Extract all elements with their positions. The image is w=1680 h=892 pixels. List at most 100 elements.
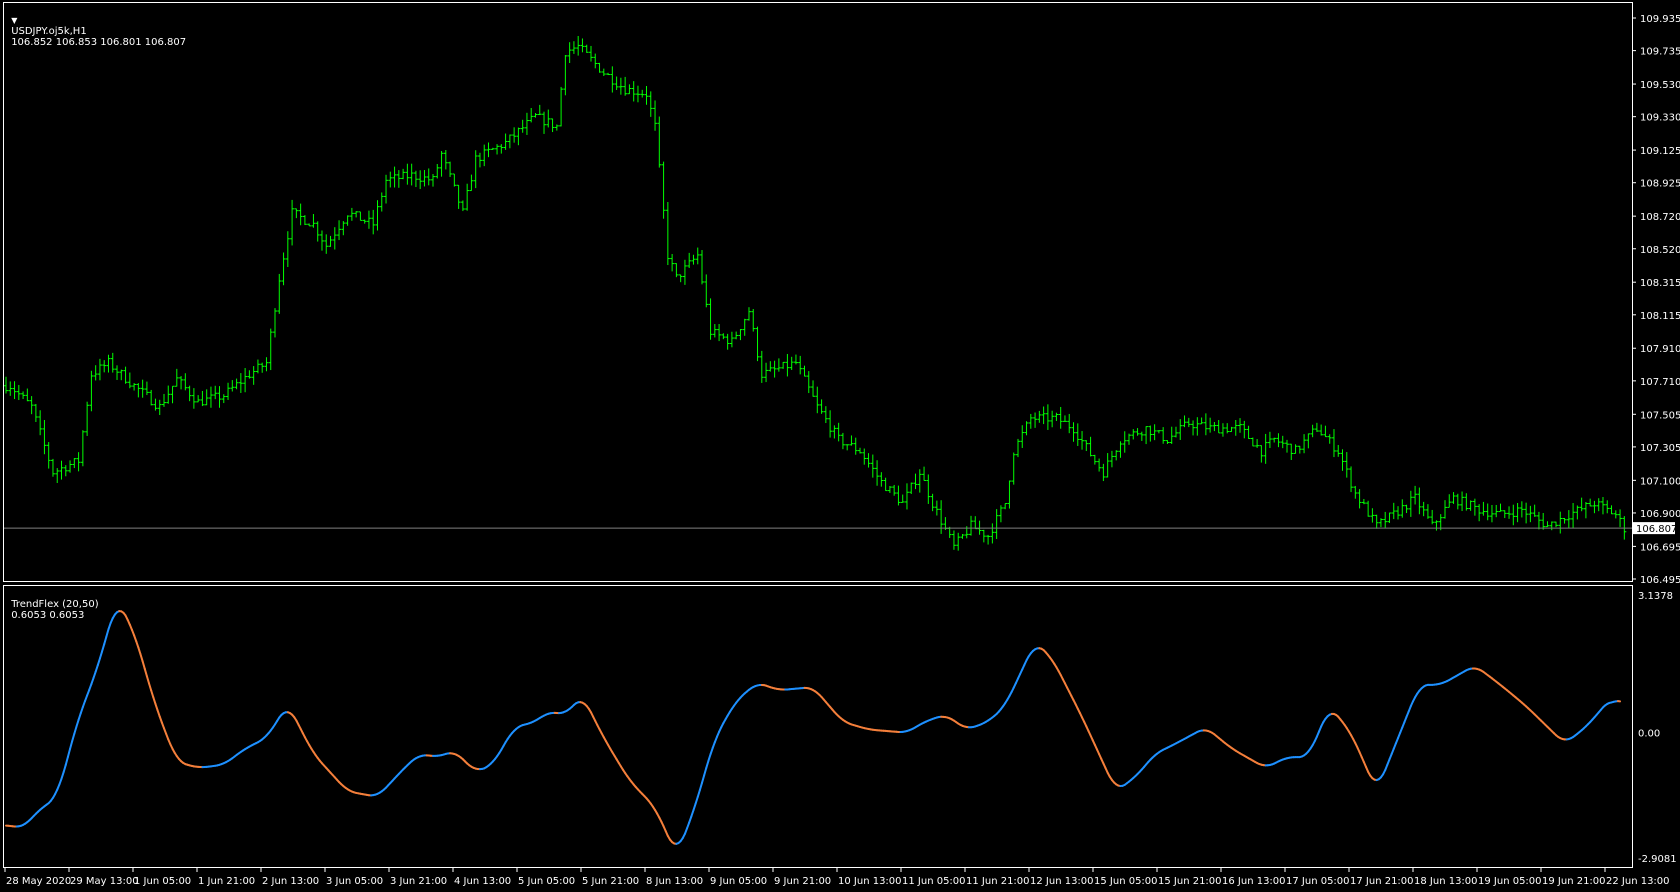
ohlc-bar	[1515, 502, 1520, 523]
ohlc-bar	[1455, 493, 1460, 510]
y-tick-label: 107.505	[1640, 410, 1680, 421]
ohlc-bar	[1618, 509, 1623, 528]
ohlc-bar	[495, 144, 500, 155]
ohlc-bar	[1404, 504, 1409, 514]
indicator-segment-up	[103, 635, 108, 646]
x-tick-label: 9 Jun 05:00	[710, 876, 767, 887]
x-tick-label: 17 Jun 05:00	[1286, 876, 1350, 887]
indicator-segment-down	[137, 646, 142, 656]
y-tick-label: 107.710	[1640, 377, 1680, 388]
axes: 109.935 109.735 109.530 109.330 109.125 108.9…	[4, 14, 1680, 887]
ohlc-bar	[349, 207, 354, 221]
ohlc-bar	[1566, 510, 1571, 528]
ohlc-bar	[832, 425, 837, 439]
ohlc-bar	[657, 116, 662, 168]
ohlc-bar	[234, 378, 239, 390]
ohlc-bar	[520, 119, 525, 133]
ohlc-bar	[986, 534, 991, 545]
ohlc-bar	[38, 410, 43, 436]
ohlc-bar	[153, 398, 158, 411]
indicator-segment-up	[77, 712, 82, 721]
ohlc-bar	[1571, 503, 1576, 529]
chart-canvas[interactable]: 109.935 109.735 109.530 109.330 109.125 108.9…	[0, 0, 1680, 892]
ohlc-bar	[315, 221, 320, 242]
ohlc-bar	[717, 323, 722, 342]
ohlc-bar	[917, 469, 922, 493]
ohlc-bar	[431, 173, 435, 187]
ohlc-bar	[708, 298, 713, 340]
ohlc-bar	[1468, 500, 1473, 511]
ohlc-bar	[1306, 433, 1311, 449]
ohlc-bar	[1037, 410, 1042, 423]
ohlc-bar	[1528, 505, 1533, 523]
ohlc-bar	[1524, 502, 1529, 524]
ohlc-bar	[981, 529, 986, 543]
ohlc-bar	[29, 396, 34, 415]
ohlc-bar	[823, 406, 828, 424]
ohlc-bar	[567, 42, 572, 64]
ohlc-bar	[1178, 419, 1183, 440]
ohlc-bar	[1511, 504, 1516, 526]
ohlc-bar	[490, 147, 495, 150]
ohlc-bar	[1075, 423, 1080, 446]
ohlc-bar	[1088, 436, 1093, 457]
ohlc-bar	[614, 76, 619, 90]
ohlc-bar	[631, 81, 636, 102]
ohlc-bar	[1434, 520, 1439, 531]
ohlc-bar	[1396, 506, 1401, 520]
ohlc-bar	[238, 373, 243, 393]
ohlc-bar	[751, 308, 756, 332]
ohlc-bar	[1361, 498, 1366, 505]
ohlc-bar	[1519, 501, 1524, 518]
ohlc-bar	[1062, 415, 1067, 422]
y-tick-label: 106.495	[1640, 575, 1680, 586]
ohlc-bar	[413, 170, 418, 188]
ohlc-bar	[328, 235, 333, 247]
indicator-segment-up	[69, 740, 74, 750]
ohlc-bar	[772, 360, 777, 378]
ohlc-bar	[1208, 417, 1213, 433]
ohlc-bar	[1092, 454, 1097, 465]
ohlc-bar	[1366, 500, 1371, 517]
ohlc-bar	[499, 144, 504, 154]
ohlc-bar	[1233, 420, 1238, 436]
x-tick-label: 19 Jun 05:00	[1478, 876, 1542, 887]
x-tick-label: 4 Jun 13:00	[454, 876, 511, 887]
ohlc-bar	[546, 109, 551, 128]
ohlc-bar	[755, 326, 760, 362]
ohlc-bar	[537, 104, 542, 116]
ohlc-bar	[887, 486, 892, 493]
ohlc-bar	[653, 100, 658, 131]
indicator-y-label: 3.1378	[1638, 591, 1673, 602]
ohlc-bar	[875, 460, 880, 486]
ohlc-bar	[542, 111, 547, 134]
y-tick-label: 109.530	[1640, 80, 1680, 91]
ohlc-bar	[1477, 504, 1482, 522]
ohlc-bar	[734, 331, 739, 340]
ohlc-bar	[281, 252, 286, 286]
ohlc-bar	[606, 72, 611, 76]
ohlc-bar	[170, 385, 175, 404]
ohlc-bar	[1280, 435, 1285, 449]
ohlc-bar	[1400, 499, 1405, 518]
x-tick-label: 11 Jun 05:00	[902, 876, 966, 887]
ohlc-bar	[926, 474, 931, 504]
ohlc-bar	[1054, 412, 1059, 421]
ohlc-bar	[793, 354, 798, 365]
ohlc-bar	[264, 357, 269, 372]
ohlc-bar	[576, 35, 581, 56]
ohlc-bar	[144, 381, 149, 396]
ohlc-bar	[25, 388, 30, 402]
ohlc-bar	[1229, 426, 1234, 433]
ohlc-bar	[819, 399, 824, 414]
ohlc-bar	[934, 500, 939, 516]
symbol-label: USDJPY.oj5k,H1	[11, 26, 87, 37]
dropdown-triangle-icon[interactable]: ▼	[11, 16, 17, 25]
ohlc-bar	[1127, 433, 1132, 445]
ohlc-bar	[486, 142, 491, 158]
ohlc-bar	[1148, 425, 1153, 442]
indicator-segment-up	[694, 795, 699, 805]
y-tick-label: 108.315	[1640, 278, 1680, 289]
x-tick-label: 11 Jun 21:00	[966, 876, 1030, 887]
ohlc-bar	[1220, 423, 1225, 437]
